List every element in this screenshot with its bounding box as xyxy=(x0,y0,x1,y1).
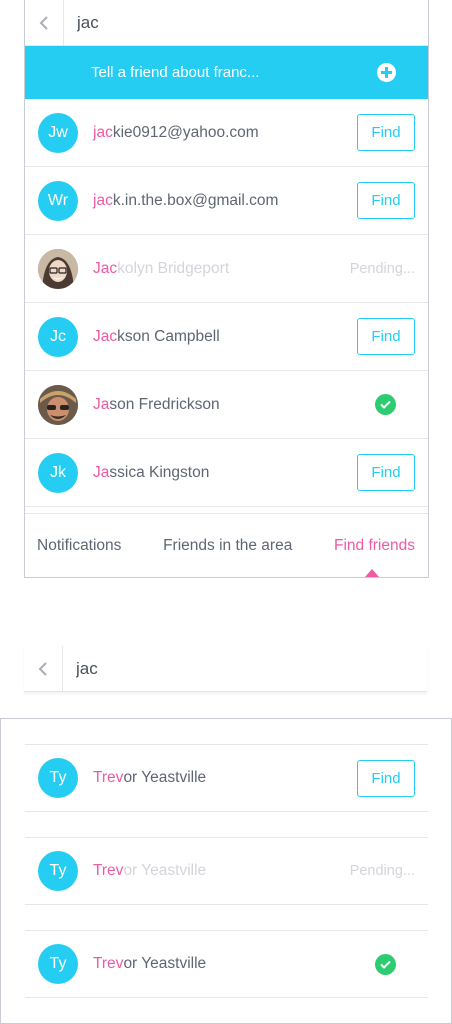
search-bar xyxy=(24,645,427,692)
avatar: Wr xyxy=(38,180,78,221)
match-highlight: Ja xyxy=(93,395,110,413)
back-button[interactable] xyxy=(25,0,64,46)
list-item: Jackolyn Bridgeport Pending... xyxy=(25,235,428,303)
plus-circle-icon xyxy=(377,63,396,82)
invite-label: Tell a friend about franc... xyxy=(91,64,260,81)
find-button[interactable]: Find xyxy=(357,318,415,355)
pending-status: Pending... xyxy=(349,863,415,879)
avatar xyxy=(38,248,78,289)
check-circle-icon xyxy=(375,394,396,415)
avatar: Jw xyxy=(38,112,78,153)
avatar: Ty xyxy=(38,944,78,984)
find-friends-panel: Tell a friend about franc... Jw jackie09… xyxy=(24,0,429,578)
find-button[interactable]: Find xyxy=(357,114,415,151)
search-input[interactable] xyxy=(64,0,428,46)
name-rest: kolyn Bridgeport xyxy=(117,259,230,277)
chevron-left-icon xyxy=(38,661,47,676)
list-item: Jason Fredrickson xyxy=(25,371,428,439)
name-rest: kie0912@yahoo.com xyxy=(112,123,259,141)
match-highlight: Trev xyxy=(93,862,124,879)
avatar: Jc xyxy=(38,316,78,357)
search-bar xyxy=(25,0,428,46)
contact-name: Jassica Kingston xyxy=(93,464,357,482)
match-highlight: jac xyxy=(93,123,113,141)
tab-friends-in-area[interactable]: Friends in the area xyxy=(163,537,292,555)
contact-name: Trevor Yeastville xyxy=(93,769,357,787)
pending-status: Pending... xyxy=(349,260,415,277)
user-photo-icon xyxy=(38,384,78,425)
match-highlight: Jac xyxy=(93,327,118,345)
name-rest: or Yeastville xyxy=(123,862,207,879)
name-rest: kson Campbell xyxy=(117,327,220,345)
list-item: Jk Jassica Kingston Find xyxy=(25,439,428,507)
list-item: Wr jack.in.the.box@gmail.com Find xyxy=(25,167,428,235)
search-input[interactable] xyxy=(63,645,427,692)
contact-name: Trevor Yeastville xyxy=(93,862,350,880)
chevron-left-icon xyxy=(39,15,48,30)
bottom-tab-bar: Notifications Friends in the area Find f… xyxy=(25,513,428,577)
list-item: Ty Trevor Yeastville Find xyxy=(25,744,428,812)
match-highlight: Ja xyxy=(93,463,110,481)
name-rest: k.in.the.box@gmail.com xyxy=(112,191,279,209)
tab-notifications[interactable]: Notifications xyxy=(37,537,121,555)
avatar: Ty xyxy=(38,758,78,798)
tab-find-friends[interactable]: Find friends xyxy=(334,537,415,555)
avatar: Jk xyxy=(38,452,78,493)
user-photo-icon xyxy=(38,248,78,289)
name-rest: or Yeastville xyxy=(123,955,207,972)
contact-name: jack.in.the.box@gmail.com xyxy=(93,192,357,210)
contact-name: Jackolyn Bridgeport xyxy=(93,260,350,278)
contact-name: jackie0912@yahoo.com xyxy=(93,124,357,142)
match-highlight: jac xyxy=(93,191,113,209)
check-circle-icon xyxy=(375,953,396,975)
name-rest: son Fredrickson xyxy=(109,395,220,413)
active-tab-indicator xyxy=(365,569,379,577)
list-item: Ty Trevor Yeastville Pending... xyxy=(25,837,428,905)
match-highlight: Jac xyxy=(93,259,118,277)
back-button[interactable] xyxy=(24,645,63,692)
list-item: Ty Trevor Yeastville xyxy=(25,930,428,998)
name-rest: ssica Kingston xyxy=(109,463,210,481)
contact-name: Jackson Campbell xyxy=(93,328,357,346)
contact-name: Jason Fredrickson xyxy=(93,396,375,414)
row-states-panel: Ty Trevor Yeastville Find Ty Trevor Yeas… xyxy=(0,718,452,1024)
find-button[interactable]: Find xyxy=(357,759,415,797)
match-highlight: Trev xyxy=(93,955,124,972)
avatar xyxy=(38,384,78,425)
list-item: Jc Jackson Campbell Find xyxy=(25,303,428,371)
avatar: Ty xyxy=(38,851,78,891)
find-button[interactable]: Find xyxy=(357,454,415,491)
match-highlight: Trev xyxy=(93,769,124,786)
name-rest: or Yeastville xyxy=(123,769,207,786)
list-item: Jw jackie0912@yahoo.com Find xyxy=(25,99,428,167)
invite-friend-banner[interactable]: Tell a friend about franc... xyxy=(25,46,428,99)
find-button[interactable]: Find xyxy=(357,182,415,219)
contact-name: Trevor Yeastville xyxy=(93,955,375,973)
